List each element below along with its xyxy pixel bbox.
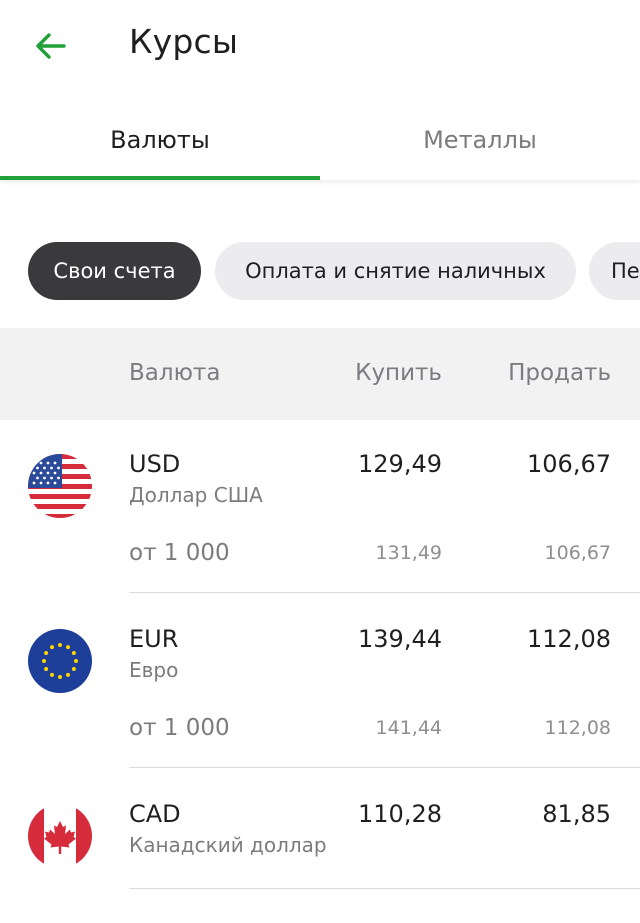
eu-flag-icon (28, 629, 92, 693)
chip-own-accounts[interactable]: Свои счета (28, 242, 201, 300)
tier-buy-rate: 141,44 (375, 717, 442, 739)
tier-label: от 1 000 (129, 540, 230, 566)
row-divider (129, 592, 640, 593)
currency-code: EUR (129, 625, 179, 653)
sell-rate: 106,67 (527, 450, 611, 478)
column-header-buy: Купить (355, 360, 442, 386)
table-header: Валюта Купить Продать (0, 328, 640, 420)
sell-rate: 81,85 (542, 800, 611, 828)
tab-bar: Валюты Металлы (0, 100, 640, 180)
page-title: Курсы (129, 22, 239, 61)
buy-rate: 139,44 (358, 625, 442, 653)
currency-code: CAD (129, 800, 181, 828)
tier-sell-rate: 112,08 (544, 717, 611, 739)
buy-rate: 129,49 (358, 450, 442, 478)
buy-rate: 110,28 (358, 800, 442, 828)
currency-row-cad[interactable]: CAD Канадский доллар 110,28 81,85 (0, 770, 640, 923)
currency-row-usd[interactable]: USD Доллар США 129,49 106,67 от 1 000 13… (0, 420, 640, 594)
tab-metals[interactable]: Металлы (320, 100, 640, 180)
currency-name: Канадский доллар (129, 833, 327, 857)
row-divider (129, 767, 640, 768)
currency-name: Евро (129, 658, 179, 682)
active-tab-indicator (0, 176, 320, 180)
canada-flag-icon (28, 804, 92, 868)
back-button[interactable] (28, 26, 72, 66)
tier-label: от 1 000 (129, 715, 230, 741)
sell-rate: 112,08 (527, 625, 611, 653)
column-header-sell: Продать (508, 360, 611, 386)
us-flag-icon (28, 454, 92, 518)
column-header-currency: Валюта (129, 360, 221, 386)
tier-sell-rate: 106,67 (544, 542, 611, 564)
row-divider (129, 888, 640, 889)
arrow-left-icon (36, 33, 66, 59)
tab-currencies[interactable]: Валюты (0, 100, 320, 180)
chip-payment-cash[interactable]: Оплата и снятие наличных (215, 242, 576, 300)
app-screen: Курсы Валюты Металлы Свои счета Оплата и… (0, 0, 640, 923)
currency-code: USD (129, 450, 181, 478)
filter-chips: Свои счета Оплата и снятие наличных Пе (0, 242, 640, 302)
tier-buy-rate: 131,49 (375, 542, 442, 564)
chip-partial[interactable]: Пе (589, 242, 640, 300)
currency-row-eur[interactable]: EUR Евро 139,44 112,08 от 1 000 141,44 1… (0, 595, 640, 769)
currency-name: Доллар США (129, 483, 263, 507)
top-bar: Курсы (0, 0, 640, 90)
